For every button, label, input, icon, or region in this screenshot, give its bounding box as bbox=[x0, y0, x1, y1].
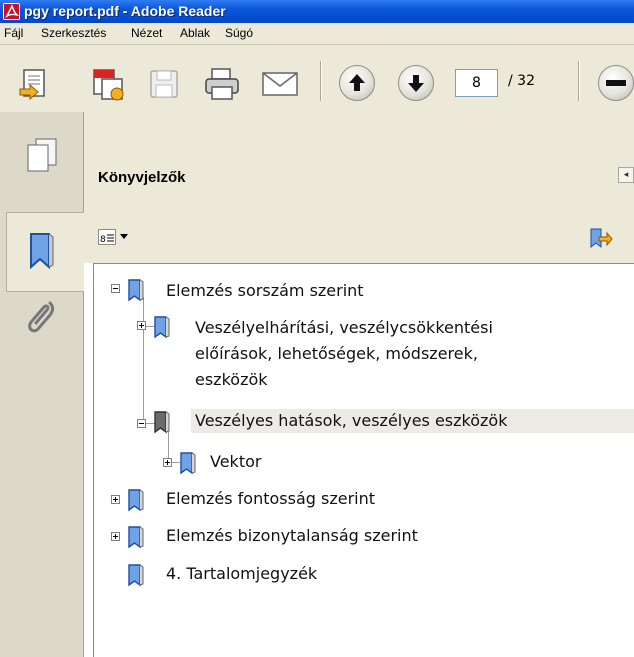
email-icon[interactable] bbox=[261, 67, 301, 99]
expand-toggle[interactable] bbox=[111, 532, 120, 541]
expand-toggle[interactable] bbox=[163, 458, 172, 467]
svg-text:8: 8 bbox=[100, 235, 106, 245]
bookmark-icon-selected bbox=[154, 411, 170, 434]
tree-connector bbox=[143, 297, 144, 423]
zoom-out-button[interactable] bbox=[598, 65, 634, 101]
open-document-icon[interactable] bbox=[18, 67, 54, 101]
bookmarks-panel-header: Könyvjelzők ◂ bbox=[84, 112, 634, 203]
attachments-tab-icon[interactable] bbox=[26, 297, 60, 341]
menu-edit[interactable]: Szerkesztés bbox=[41, 26, 106, 40]
new-bookmark-icon[interactable] bbox=[589, 227, 613, 255]
print-icon[interactable] bbox=[203, 67, 239, 100]
toolbar: 8 / 32 bbox=[0, 45, 634, 113]
previous-page-button[interactable] bbox=[339, 65, 375, 101]
title-bar: pgy report.pdf - Adobe Reader bbox=[0, 0, 634, 23]
navigation-pane-tabs bbox=[0, 112, 84, 657]
window-title: pgy report.pdf - Adobe Reader bbox=[24, 3, 226, 19]
menu-file[interactable]: Fájl bbox=[4, 26, 23, 40]
bookmarks-panel-toolbar: 8 bbox=[84, 203, 634, 263]
adobe-pdf-icon bbox=[3, 3, 20, 20]
next-page-button[interactable] bbox=[398, 65, 434, 101]
create-pdf-icon[interactable] bbox=[90, 67, 126, 101]
bookmark-item[interactable]: Vektor bbox=[210, 450, 261, 474]
collapse-toggle[interactable] bbox=[111, 284, 120, 293]
collapse-toggle[interactable] bbox=[137, 419, 146, 428]
menu-view[interactable]: Nézet bbox=[131, 26, 162, 40]
bookmark-tab-icon bbox=[30, 233, 54, 270]
bookmark-icon bbox=[128, 279, 144, 302]
bookmark-tree: Elemzés sorszám szerint Veszélyelhárítás… bbox=[93, 263, 634, 657]
expand-toggle[interactable] bbox=[137, 321, 146, 330]
pages-tab-icon[interactable] bbox=[24, 136, 60, 176]
bookmark-icon bbox=[128, 489, 144, 512]
expand-toggle[interactable] bbox=[111, 495, 120, 504]
bookmark-item-selected[interactable]: Veszélyes hatások, veszélyes eszközök bbox=[191, 409, 634, 433]
bookmark-icon bbox=[128, 564, 144, 587]
bookmark-item[interactable]: Veszélyelhárítási, veszélycsökkentési bbox=[195, 316, 493, 340]
bookmark-icon bbox=[128, 526, 144, 549]
menu-window[interactable]: Ablak bbox=[180, 26, 210, 40]
options-menu-button[interactable]: 8 bbox=[98, 229, 116, 245]
collapse-panel-button[interactable]: ◂ bbox=[618, 167, 634, 183]
bookmark-item-line[interactable]: előírások, lehetőségek, módszerek, bbox=[195, 342, 478, 366]
bookmark-item[interactable]: 4. Tartalomjegyzék bbox=[166, 562, 317, 586]
bookmark-icon bbox=[154, 316, 170, 339]
bookmark-item[interactable]: Elemzés fontosság szerint bbox=[166, 487, 375, 511]
toolbar-separator bbox=[320, 61, 321, 101]
panel-title: Könyvjelzők bbox=[98, 169, 186, 186]
bookmark-icon bbox=[180, 452, 196, 475]
page-total: / 32 bbox=[508, 73, 535, 89]
save-icon[interactable] bbox=[147, 67, 183, 99]
menu-help[interactable]: Súgó bbox=[225, 26, 253, 40]
bookmark-item[interactable]: Elemzés bizonytalanság szerint bbox=[166, 524, 418, 548]
bookmark-item[interactable]: Elemzés sorszám szerint bbox=[166, 279, 364, 303]
bookmark-item-line[interactable]: eszközök bbox=[195, 368, 268, 392]
bookmarks-tab[interactable] bbox=[6, 212, 84, 292]
menu-bar: Fájl Szerkesztés Nézet Ablak Súgó bbox=[0, 23, 634, 45]
options-dropdown-arrow[interactable] bbox=[120, 234, 128, 239]
toolbar-separator bbox=[578, 61, 579, 101]
page-number-input[interactable]: 8 bbox=[455, 69, 498, 97]
